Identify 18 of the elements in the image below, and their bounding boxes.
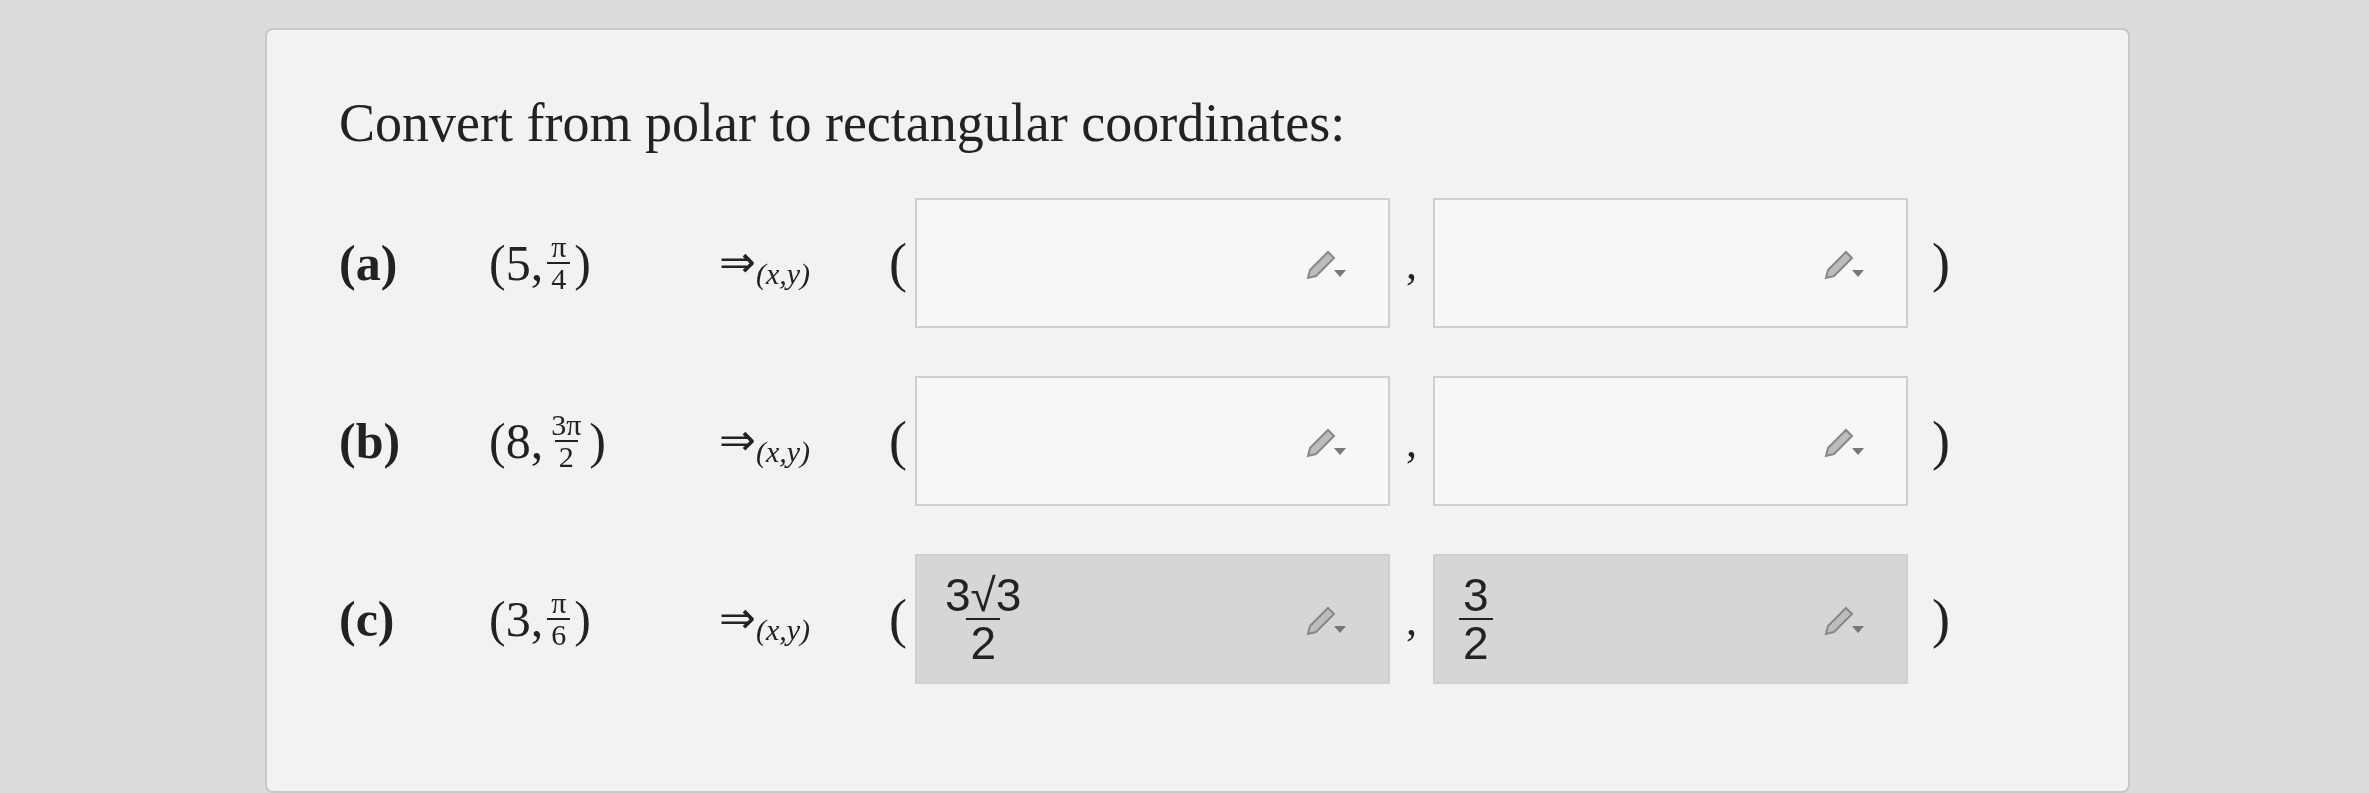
answer-value: 3√3 2 [944,572,1023,666]
answer-field[interactable] [1433,198,1908,328]
open-paren: ( [889,409,907,473]
close-paren: ) [1932,409,1950,473]
part-label: (b) [339,411,402,471]
open-paren: ( [889,231,907,295]
close-paren: ) [1932,587,1950,651]
answer-field[interactable] [915,376,1390,506]
comma: , [1406,417,1417,469]
open-paren: ( [889,587,907,651]
comma: , [1406,239,1417,291]
close-paren: ) [1932,231,1950,295]
answer-value: 3 2 [1459,572,1493,666]
answer-field[interactable] [915,198,1390,328]
part-label: (c) [339,589,396,649]
answer-field[interactable] [1433,376,1908,506]
comma: , [1406,595,1417,647]
part-label: (a) [339,233,399,293]
